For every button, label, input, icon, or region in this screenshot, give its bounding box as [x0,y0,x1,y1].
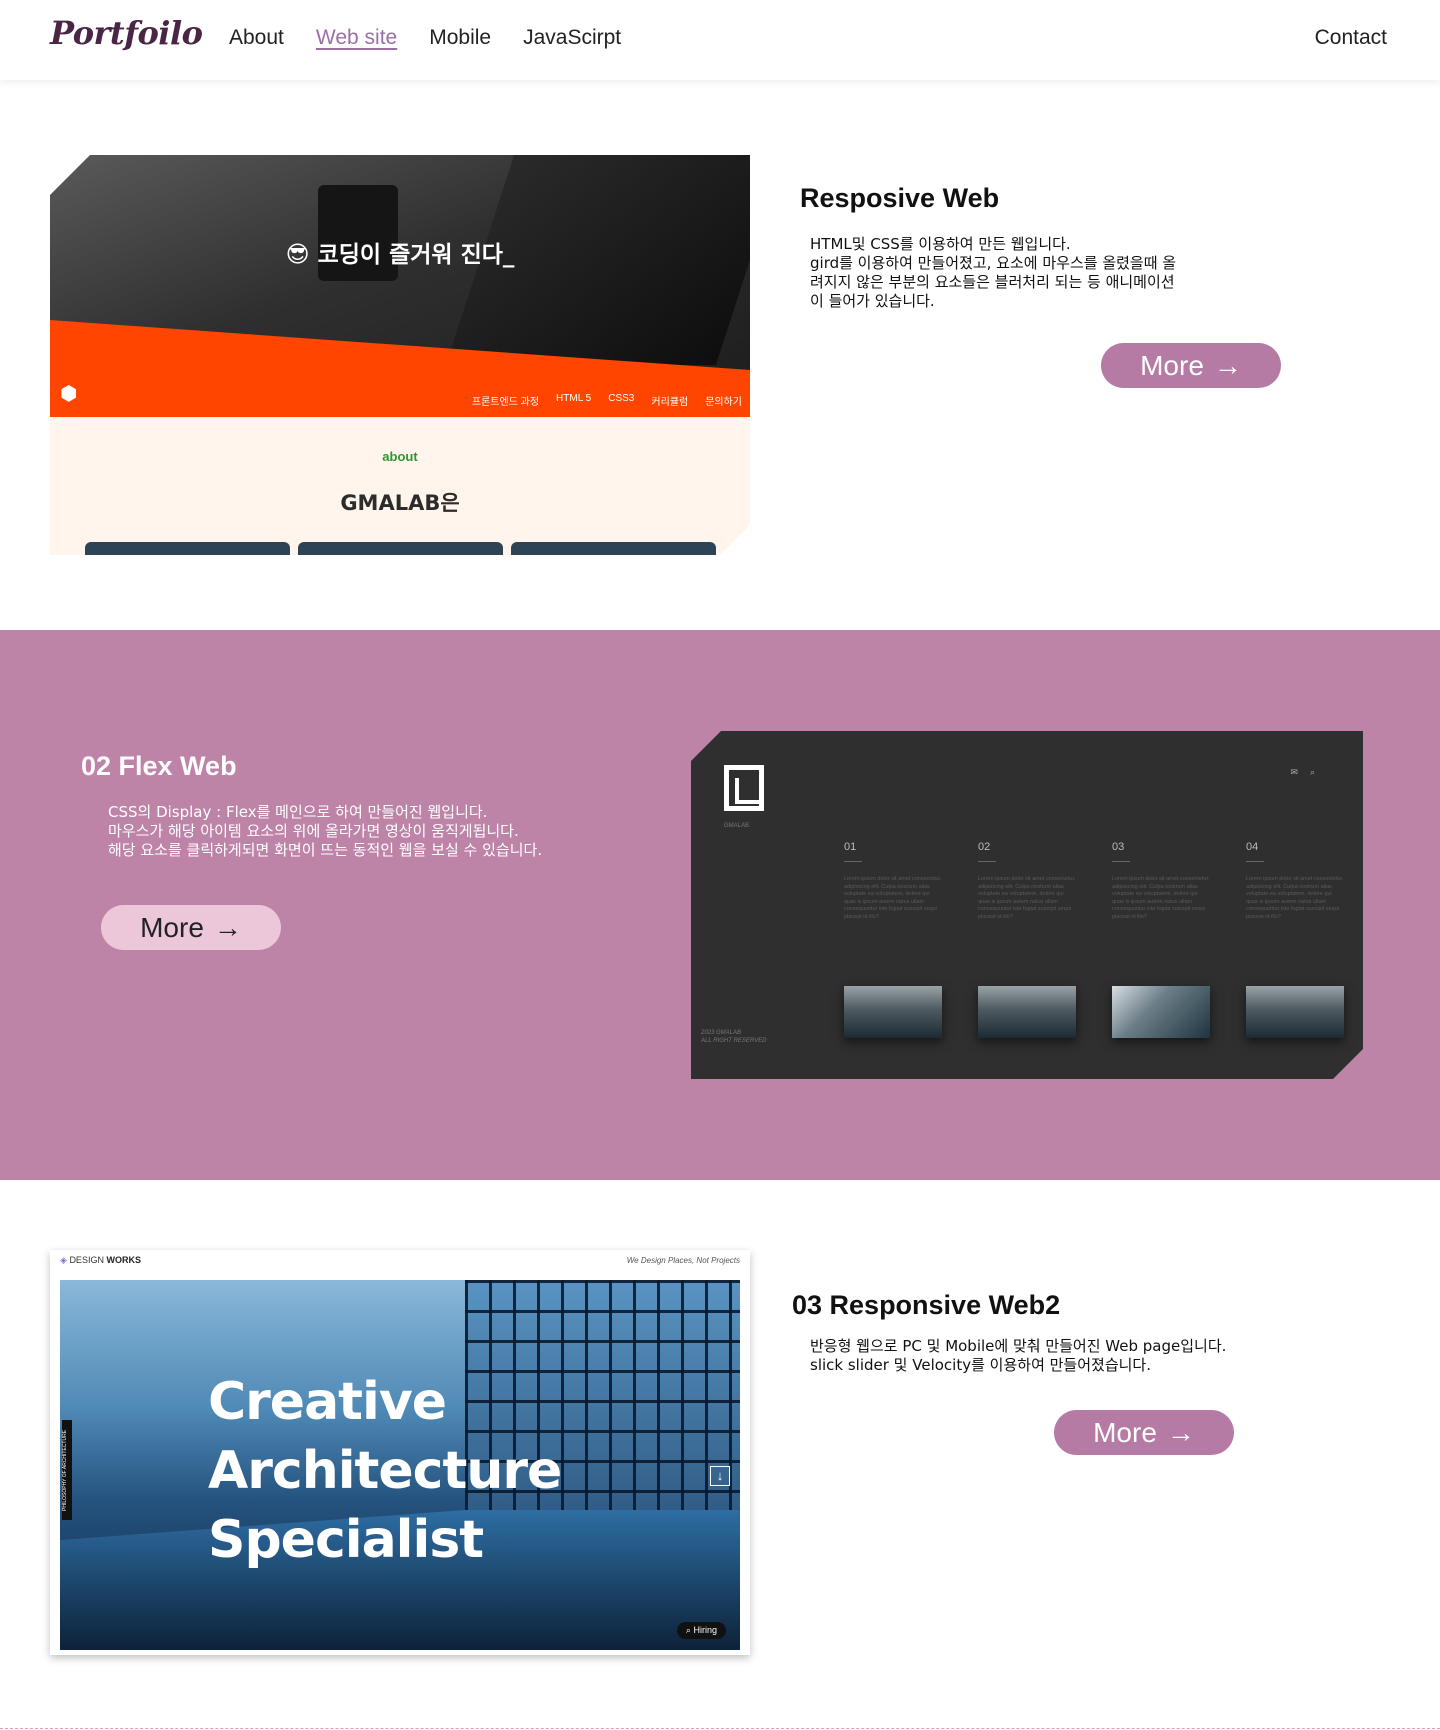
arrow-down-icon: ↓ [710,1466,730,1486]
preview-menu-item: 프론트엔드 과정 [471,397,540,408]
project-2-preview[interactable]: GMALAB ✉ ⌕ 01 Lorem ipsum dolor sit amet… [691,731,1363,1079]
preview-about-label: about [382,449,418,464]
headline-line: Specialist [208,1510,484,1570]
preview-brand: ◈ DESIGN WORKS [60,1255,141,1266]
brand-suffix: WORKS [106,1255,141,1265]
description-line: CSS의 Display : Flex를 메인으로 하여 만들어진 웹입니다. [108,803,488,821]
more-label: More [1140,349,1204,381]
arrow-right-icon: → [1213,349,1242,381]
preview-menu-item: 문의하기 [705,397,742,408]
column-number: 02 [978,841,996,862]
preview-hero-text: 😎 코딩이 즐거워 진다_ [285,242,515,268]
preview-column: 02 Lorem ipsum dolor sit amet consectetu… [978,841,1078,921]
description-line: 마우스가 해당 아이템 요소의 위에 올라가면 영상이 움직게됩니다. [108,822,519,840]
headline-line: Creative [208,1372,447,1432]
project-3-description: 반응형 웹으로 PC 및 Mobile에 맞춰 만들어진 Web page입니다… [810,1337,1226,1375]
preview-headline: Creative Architecture Specialist [208,1368,562,1575]
description-line: HTML및 CSS를 이용하여 만든 웹입니다. [810,235,1071,253]
ocean-thumbnail [978,986,1076,1038]
project-3-preview[interactable]: ◈ DESIGN WORKS We Design Places, Not Pro… [50,1250,750,1655]
site-header: Portfoilo About Web site Mobile JavaScir… [0,0,1440,80]
footer-line: 2023 GMALAB [701,1030,742,1036]
preview-logo-label: GMALAB [724,823,750,829]
description-line: 반응형 웹으로 PC 및 Mobile에 맞춰 만들어진 Web page입니다… [810,1337,1227,1355]
arrow-right-icon: → [213,911,242,943]
project-1-more-button[interactable]: More → [1101,343,1281,388]
column-text: Lorem ipsum dolor sit amet consectetur, … [1112,876,1210,920]
gmalab-logo-icon [724,765,764,811]
preview-card [298,542,503,555]
column-number: 01 [844,841,862,862]
hiring-badge: ⌕ Hiring [676,1622,726,1639]
preview-about-section: about GMALAB은 [50,417,750,555]
column-number: 03 [1112,841,1130,862]
nav-mobile[interactable]: Mobile [429,26,491,50]
description-line: 이 들어가 있습니다. [810,292,935,310]
project-3-title: 03 Responsive Web2 [792,1290,1061,1320]
column-text: Lorem ipsum dolor sit amet consectetur, … [844,876,942,920]
ocean-thumbnail [1112,986,1210,1038]
ocean-thumbnail [1246,986,1344,1038]
column-text: Lorem ipsum dolor sit amet consectetur, … [978,876,1076,920]
preview-menu-item: HTML 5 [556,393,592,404]
more-label: More [140,911,204,943]
project-1-description: HTML및 CSS를 이용하여 만든 웹입니다. gird를 이용하여 만들어졌… [810,235,1176,311]
project-2-description: CSS의 Display : Flex를 메인으로 하여 만들어진 웹입니다. … [108,803,542,860]
column-text: Lorem ipsum dolor sit amet consectetur, … [1246,876,1344,920]
preview-tagline: We Design Places, Not Projects [626,1256,740,1265]
hiring-label: Hiring [693,1625,717,1635]
preview-side-label: PHILOSOPHY OF ARCHITECTURE [62,1420,72,1520]
preview-about-heading: GMALAB은 [340,491,460,515]
preview-column: 03 Lorem ipsum dolor sit amet consectetu… [1112,841,1212,921]
nav-javascript[interactable]: JavaScirpt [523,26,621,50]
project-1-title: Resposive Web [800,183,1000,213]
design-works-logo-icon: ◈ [60,1255,67,1265]
search-icon: ⌕ [685,1625,691,1635]
more-label: More [1093,1416,1157,1448]
preview-hero-image: Creative Architecture Specialist PHILOSO… [60,1280,740,1650]
preview-menu-item: CSS3 [608,393,635,404]
preview-menu: 프론트엔드 과정 HTML 5 CSS3 커리큘럼 문의하기 [472,393,742,408]
description-line: gird를 이용하여 만들어졌고, 요소에 마우스를 올렸을때 올 [810,254,1177,272]
ocean-thumbnail [844,986,942,1038]
preview-column: 04 Lorem ipsum dolor sit amet consectetu… [1246,841,1346,921]
project-2-title: 02 Flex Web [81,751,237,781]
preview-column: 01 Lorem ipsum dolor sit amet consectetu… [844,841,944,921]
headline-line: Architecture [208,1441,562,1501]
footer-line: ALL RIGHT RESERVED [701,1038,767,1044]
preview-footer: 2023 GMALAB ALL RIGHT RESERVED [701,1029,766,1045]
brand-prefix: DESIGN [69,1255,104,1265]
arrow-right-icon: → [1166,1416,1195,1448]
main-nav: About Web site Mobile JavaScirpt [229,26,621,50]
mail-icon: ✉ [1290,767,1298,777]
preview-menu-item: 커리큘럼 [651,397,689,408]
preview-icons: ✉ ⌕ [1290,767,1315,778]
project-2-more-button[interactable]: More → [101,905,281,950]
description-line: 해당 요소를 클릭하게되면 화면이 뜨는 동적인 웹을 보실 수 있습니다. [108,841,543,859]
cube-logo-icon: ⬢ [60,383,78,405]
nav-web-site[interactable]: Web site [316,26,397,50]
column-number: 04 [1246,841,1264,862]
nav-about[interactable]: About [229,26,284,50]
project-3-more-button[interactable]: More → [1054,1410,1234,1455]
description-line: 려지지 않은 부분의 요소들은 블러처리 되는 등 애니메이션 [810,273,1175,291]
search-icon: ⌕ [1309,767,1315,777]
preview-card [511,542,716,555]
preview-card [85,542,290,555]
description-line: slick slider 및 Velocity를 이용하여 만들어졌습니다. [810,1356,1152,1374]
bottom-divider [0,1728,1440,1729]
site-logo[interactable]: Portfoilo [50,14,203,52]
project-1-preview[interactable]: 😎 코딩이 즐거워 진다_ ⬢ 프론트엔드 과정 HTML 5 CSS3 커리큘… [50,155,750,555]
nav-contact[interactable]: Contact [1315,26,1387,50]
